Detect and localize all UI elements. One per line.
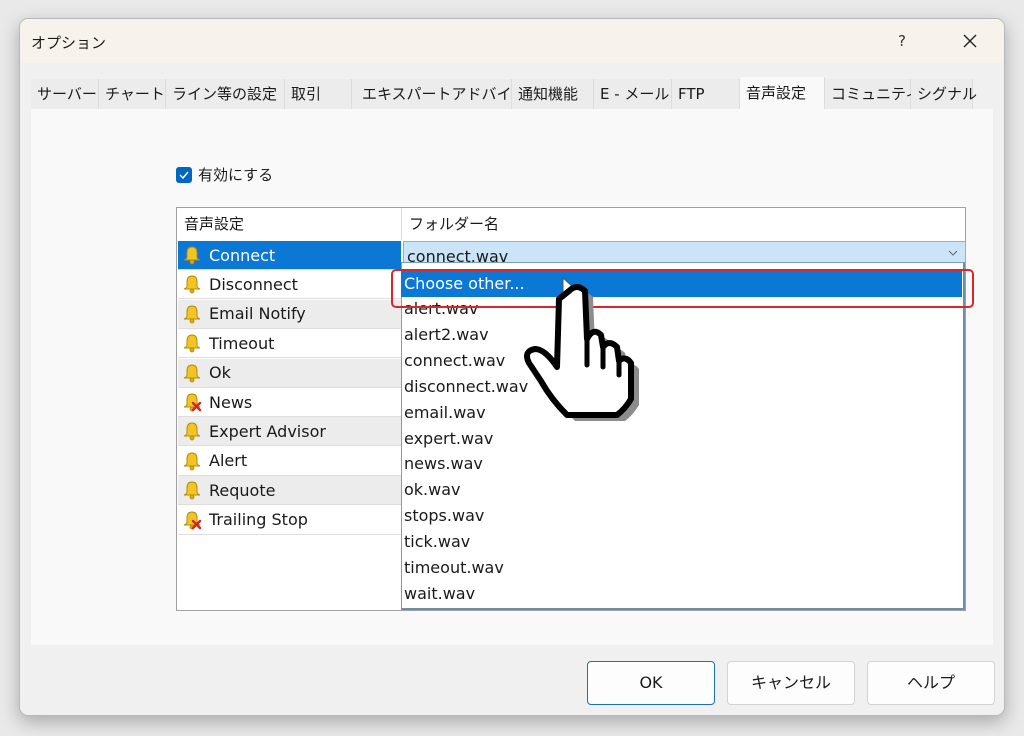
bell-icon bbox=[183, 452, 201, 471]
sound-event-row[interactable]: Connect bbox=[178, 241, 401, 270]
sound-event-label: Expert Advisor bbox=[209, 421, 326, 441]
dropdown-option[interactable]: tick.wav bbox=[401, 529, 962, 555]
dropdown-option[interactable]: timeout.wav bbox=[401, 555, 962, 581]
sound-event-label: Connect bbox=[209, 245, 276, 265]
sound-event-row[interactable]: Alert bbox=[178, 446, 401, 476]
tab-chart[interactable]: チャート bbox=[99, 79, 166, 109]
dropdown-option[interactable]: stops.wav bbox=[401, 503, 962, 529]
sound-event-row[interactable]: Requote bbox=[178, 476, 401, 506]
tab-trade[interactable]: 取引 bbox=[285, 79, 352, 109]
close-button[interactable] bbox=[952, 25, 988, 57]
tab-notifications[interactable]: 通知機能 bbox=[512, 79, 594, 109]
dropdown-option[interactable]: email.wav bbox=[401, 400, 962, 426]
sound-event-row[interactable]: News bbox=[178, 388, 401, 417]
dropdown-option[interactable]: ok.wav bbox=[401, 477, 962, 503]
window-title: オプション bbox=[31, 34, 107, 52]
sound-file-dropdown-list: Choose other... alert.wav alert2.wav connec… bbox=[401, 262, 965, 610]
bell-disabled-icon bbox=[183, 393, 202, 412]
tab-email[interactable]: E - メール bbox=[594, 79, 672, 109]
tab-sounds[interactable]: 音声設定 bbox=[740, 77, 825, 109]
column-header-event[interactable]: 音声設定 bbox=[177, 208, 402, 240]
dropdown-option[interactable]: wait.wav bbox=[401, 581, 962, 607]
chevron-down-icon bbox=[948, 250, 958, 256]
enable-label: 有効にする bbox=[198, 166, 274, 184]
help-button[interactable]: ? bbox=[885, 27, 919, 55]
title-bar: オプション ? bbox=[20, 19, 1004, 63]
sound-event-row[interactable]: Timeout bbox=[178, 329, 401, 359]
enable-checkbox-row[interactable]: 有効にする bbox=[176, 164, 273, 185]
tab-expert-advisors[interactable]: エキスパートアドバイザ bbox=[352, 79, 527, 109]
bell-icon bbox=[183, 422, 201, 441]
sound-event-label: Disconnect bbox=[209, 274, 298, 294]
bell-icon bbox=[183, 364, 201, 382]
tab-objects[interactable]: ライン等の設定 bbox=[166, 79, 285, 109]
sound-event-row[interactable]: Email Notify bbox=[178, 299, 401, 329]
ok-button[interactable]: OK bbox=[587, 661, 715, 705]
sound-event-label: Email Notify bbox=[209, 304, 306, 324]
checkmark-icon bbox=[179, 171, 189, 179]
bell-icon bbox=[183, 334, 201, 353]
column-header-file[interactable]: フォルダー名 bbox=[402, 208, 965, 240]
enable-checkbox[interactable] bbox=[176, 166, 192, 183]
tab-community[interactable]: コミュニティ bbox=[825, 79, 920, 109]
sound-event-row[interactable]: Expert Advisor bbox=[178, 417, 401, 447]
sound-event-label: Requote bbox=[209, 480, 276, 500]
annotation-highlight-box bbox=[391, 269, 974, 308]
dropdown-option[interactable]: news.wav bbox=[401, 451, 962, 477]
bell-disabled-icon bbox=[183, 511, 202, 529]
cancel-button[interactable]: キャンセル bbox=[727, 661, 855, 705]
dropdown-option[interactable]: disconnect.wav bbox=[401, 374, 962, 400]
sound-event-label: Alert bbox=[209, 451, 248, 471]
sound-event-label: Timeout bbox=[209, 333, 275, 353]
help-dialog-button[interactable]: ヘルプ bbox=[867, 661, 995, 705]
sound-event-row[interactable]: Ok bbox=[178, 358, 401, 388]
tab-signals[interactable]: シグナル bbox=[911, 79, 977, 109]
sound-event-label: Trailing Stop bbox=[209, 510, 308, 530]
bell-icon bbox=[183, 305, 201, 324]
dropdown-option[interactable]: expert.wav bbox=[401, 426, 962, 452]
sound-event-label: Ok bbox=[209, 363, 231, 383]
sound-event-row[interactable]: Disconnect bbox=[178, 270, 401, 300]
bell-icon bbox=[183, 275, 201, 294]
bell-icon bbox=[183, 246, 201, 265]
dropdown-option[interactable]: alert2.wav bbox=[401, 322, 962, 348]
bell-icon bbox=[183, 481, 201, 500]
tab-server[interactable]: サーバー bbox=[31, 79, 99, 109]
sound-event-label: News bbox=[209, 392, 253, 412]
sound-event-row[interactable]: Trailing Stop bbox=[178, 505, 401, 535]
close-icon bbox=[963, 34, 977, 48]
hand-pointer-icon bbox=[524, 276, 639, 421]
tab-ftp[interactable]: FTP bbox=[672, 79, 740, 109]
dropdown-option[interactable]: connect.wav bbox=[401, 348, 962, 374]
